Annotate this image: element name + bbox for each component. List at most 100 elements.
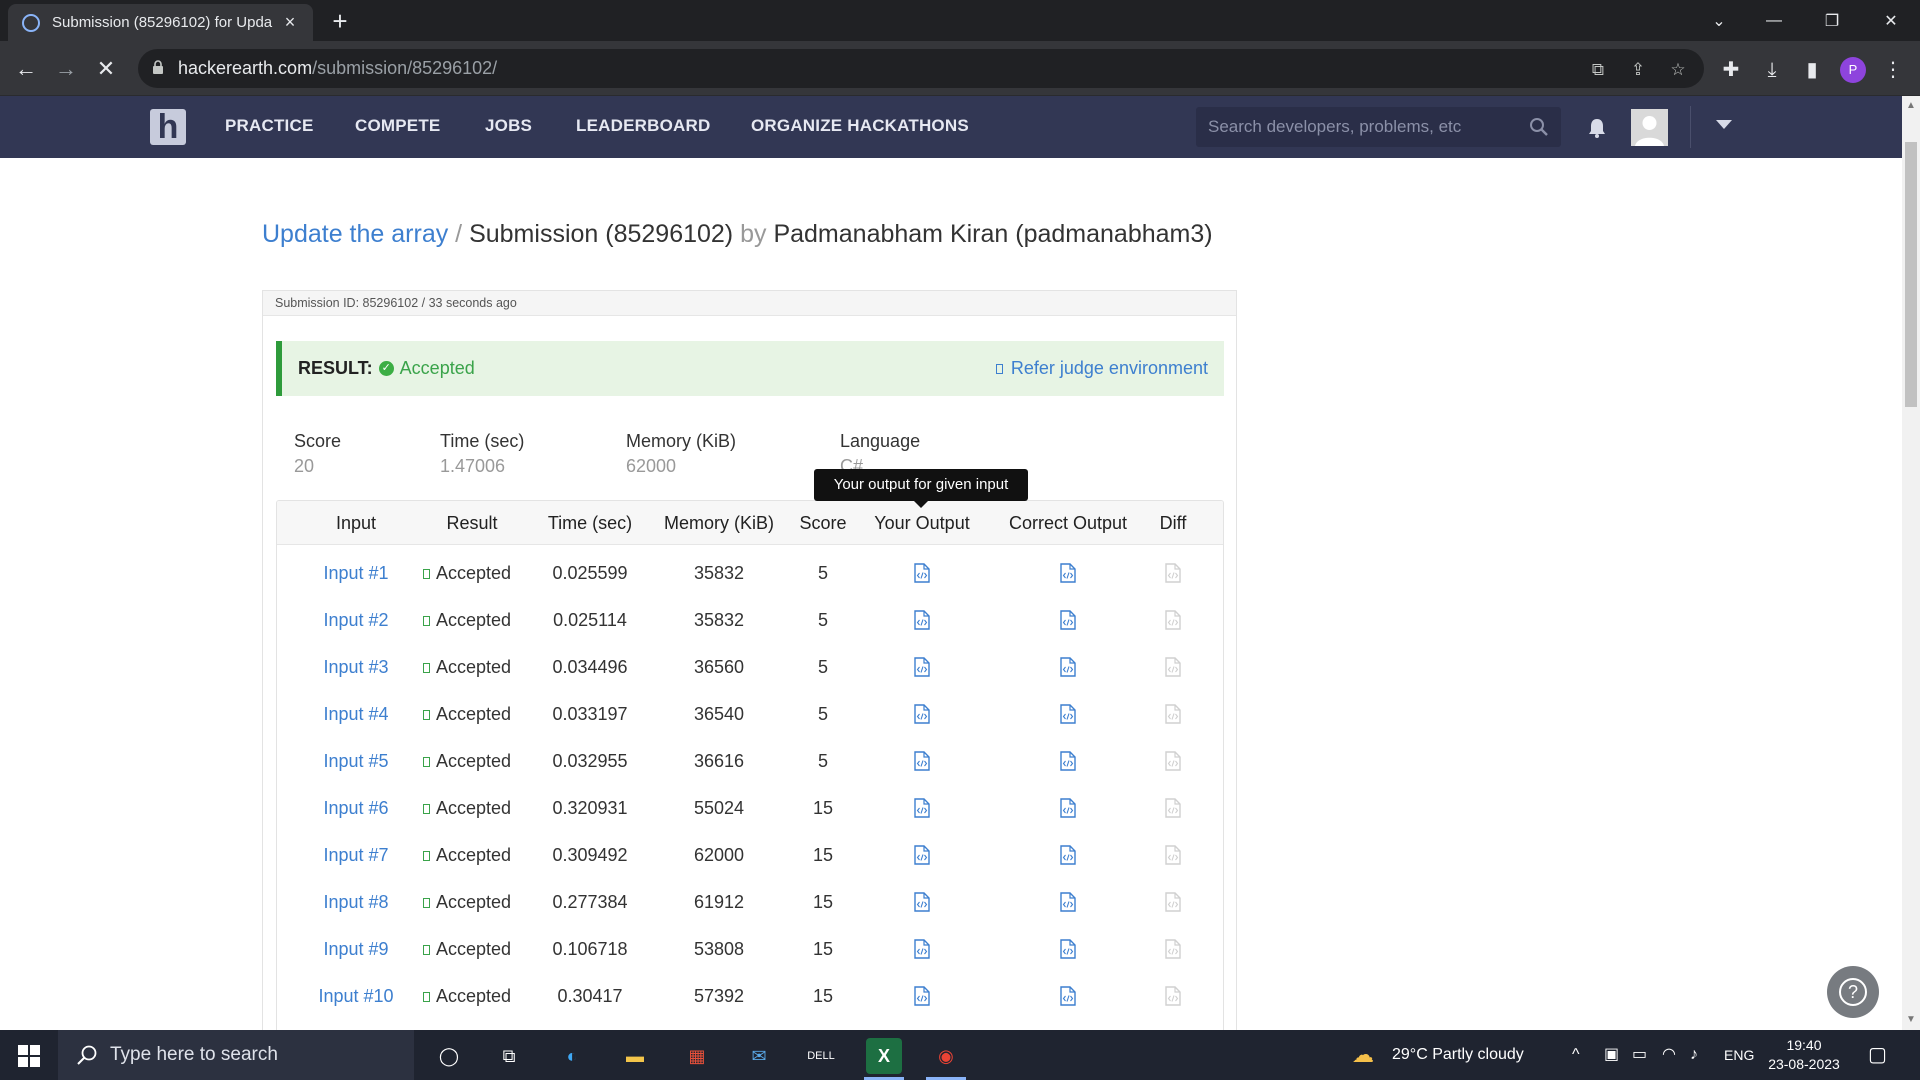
your-output-file-icon[interactable]	[914, 845, 930, 865]
taskbar-search-input[interactable]: Type here to search	[58, 1030, 414, 1080]
diff-file-icon[interactable]	[1165, 845, 1181, 865]
nav-compete[interactable]: COMPETE	[355, 116, 440, 136]
diff-file-icon[interactable]	[1165, 892, 1181, 912]
meet-now-icon[interactable]: ▣	[1604, 1030, 1619, 1080]
correct-output-file-icon[interactable]	[1060, 892, 1076, 912]
search-icon[interactable]	[1529, 117, 1549, 137]
file-explorer-icon[interactable]: ▬	[617, 1038, 653, 1074]
input-link[interactable]: Input #1	[323, 563, 388, 584]
correct-output-file-icon[interactable]	[1060, 610, 1076, 630]
diff-file-icon[interactable]	[1165, 751, 1181, 771]
diff-file-icon[interactable]	[1165, 610, 1181, 630]
share-icon[interactable]: ⇪	[1628, 60, 1648, 80]
translate-icon[interactable]: ⧉	[1588, 60, 1608, 80]
excel-icon[interactable]: X	[866, 1038, 902, 1074]
close-window-icon[interactable]: ✕	[1862, 0, 1920, 41]
your-output-file-icon[interactable]	[914, 751, 930, 771]
your-output-file-icon[interactable]	[914, 939, 930, 959]
battery-icon[interactable]: ▭	[1632, 1030, 1647, 1080]
side-panel-icon[interactable]: ▮	[1799, 57, 1825, 83]
nav-practice[interactable]: PRACTICE	[225, 116, 314, 136]
dell-icon[interactable]: DELL	[803, 1038, 839, 1074]
weather-text[interactable]: 29°C Partly cloudy	[1392, 1030, 1524, 1080]
bookmark-star-icon[interactable]: ☆	[1668, 60, 1688, 80]
browser-tab[interactable]: Submission (85296102) for Upda ×	[8, 4, 313, 41]
scroll-up-arrow-icon[interactable]: ▲	[1906, 100, 1916, 111]
menu-kebab-icon[interactable]: ⋮	[1880, 57, 1906, 83]
your-output-file-icon[interactable]	[914, 798, 930, 818]
correct-output-file-icon[interactable]	[1060, 704, 1076, 724]
account-dropdown-caret-icon[interactable]	[1716, 120, 1732, 129]
new-tab-icon[interactable]: +	[325, 6, 355, 36]
input-link[interactable]: Input #9	[323, 939, 388, 960]
diff-file-icon[interactable]	[1165, 563, 1181, 583]
input-link[interactable]: Input #5	[323, 751, 388, 772]
stat-value: 1.47006	[440, 456, 506, 476]
stop-loading-icon[interactable]: ✕	[90, 53, 122, 85]
correct-output-file-icon[interactable]	[1060, 657, 1076, 677]
tab-search-chevron-icon[interactable]: ⌄	[1690, 0, 1748, 41]
diff-file-icon[interactable]	[1165, 657, 1181, 677]
help-button[interactable]: ?	[1827, 966, 1879, 1018]
correct-output-file-icon[interactable]	[1060, 939, 1076, 959]
notification-center-icon[interactable]: ▢	[1868, 1030, 1887, 1080]
nav-jobs[interactable]: JOBS	[485, 116, 532, 136]
correct-output-file-icon[interactable]	[1060, 751, 1076, 771]
your-output-file-icon[interactable]	[914, 892, 930, 912]
diff-file-icon[interactable]	[1165, 986, 1181, 1006]
input-link[interactable]: Input #2	[323, 610, 388, 631]
submission-title: Submission (85296102)	[469, 220, 734, 248]
diff-file-icon[interactable]	[1165, 798, 1181, 818]
minimize-icon[interactable]: —	[1745, 0, 1803, 41]
download-icon[interactable]: ⤓	[1759, 57, 1785, 83]
correct-output-file-icon[interactable]	[1060, 563, 1076, 583]
input-link[interactable]: Input #10	[318, 986, 393, 1007]
correct-output-file-icon[interactable]	[1060, 845, 1076, 865]
volume-icon[interactable]: ♪	[1690, 1030, 1698, 1080]
correct-output-file-icon[interactable]	[1060, 798, 1076, 818]
forward-icon[interactable]: →	[50, 53, 82, 85]
page-scrollbar[interactable]: ▲ ▼	[1902, 96, 1920, 1030]
extensions-icon[interactable]: ✚	[1718, 57, 1744, 83]
nav-leaderboard[interactable]: LEADERBOARD	[576, 116, 710, 136]
microsoft-store-icon[interactable]: ▦	[679, 1038, 715, 1074]
your-output-file-icon[interactable]	[914, 704, 930, 724]
system-clock[interactable]: 19:40 23-08-2023	[1768, 1036, 1840, 1074]
scroll-down-arrow-icon[interactable]: ▼	[1906, 1014, 1916, 1025]
your-output-file-icon[interactable]	[914, 610, 930, 630]
your-output-file-icon[interactable]	[914, 563, 930, 583]
your-output-file-icon[interactable]	[914, 657, 930, 677]
mail-icon[interactable]: ✉	[741, 1038, 777, 1074]
url-bar[interactable]: hackerearth.com/submission/85296102/ ⧉ ⇪…	[138, 49, 1704, 88]
hackerearth-logo[interactable]: h	[150, 109, 186, 145]
windows-start-icon[interactable]	[18, 1045, 40, 1067]
refer-judge-environment-link[interactable]: Refer judge environment	[995, 358, 1208, 379]
weather-icon[interactable]: ☁	[1352, 1030, 1374, 1080]
show-hidden-icons-chevron-icon[interactable]: ^	[1572, 1030, 1580, 1080]
input-language[interactable]: ENG	[1724, 1030, 1754, 1080]
chrome-icon[interactable]: ◉	[928, 1038, 964, 1074]
input-link[interactable]: Input #6	[323, 798, 388, 819]
input-link[interactable]: Input #7	[323, 845, 388, 866]
diff-file-icon[interactable]	[1165, 939, 1181, 959]
input-link[interactable]: Input #8	[323, 892, 388, 913]
input-link[interactable]: Input #4	[323, 704, 388, 725]
wifi-icon[interactable]: ◠	[1662, 1030, 1676, 1080]
notification-bell-icon[interactable]	[1588, 118, 1606, 138]
close-tab-icon[interactable]: ×	[281, 12, 299, 33]
diff-file-icon[interactable]	[1165, 704, 1181, 724]
user-avatar[interactable]	[1631, 109, 1668, 146]
site-search-input[interactable]: Search developers, problems, etc	[1196, 107, 1561, 147]
nav-organize-hackathons[interactable]: ORGANIZE HACKATHONS	[751, 116, 969, 136]
back-icon[interactable]: ←	[10, 53, 42, 85]
profile-avatar[interactable]: P	[1840, 57, 1866, 83]
restore-icon[interactable]: ❐	[1803, 0, 1861, 41]
cortana-icon[interactable]: ◯	[431, 1038, 467, 1074]
your-output-file-icon[interactable]	[914, 986, 930, 1006]
input-link[interactable]: Input #3	[323, 657, 388, 678]
correct-output-file-icon[interactable]	[1060, 986, 1076, 1006]
scrollbar-thumb[interactable]	[1905, 142, 1917, 407]
task-view-icon[interactable]: ⧉	[491, 1038, 527, 1074]
edge-icon[interactable]: ◐	[554, 1038, 590, 1074]
problem-link[interactable]: Update the array	[262, 220, 448, 248]
